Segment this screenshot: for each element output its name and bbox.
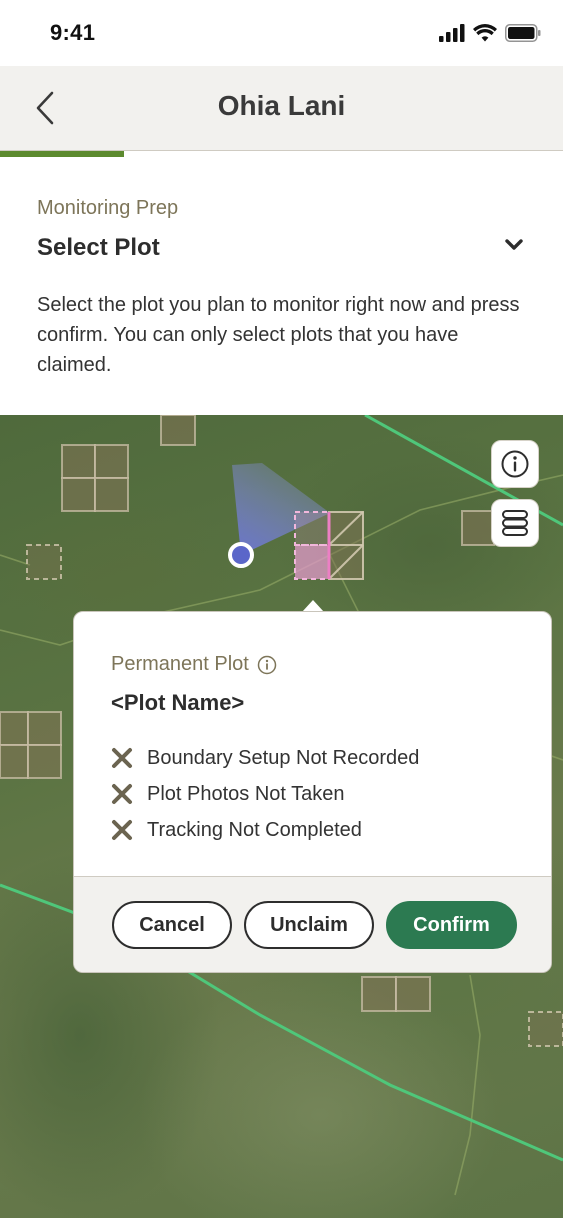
status-item-photos: Plot Photos Not Taken [111,776,419,812]
instructions-text: Select the plot you plan to monitor righ… [37,294,520,376]
map-info-button[interactable] [491,440,539,488]
plot-marker [461,510,495,546]
info-icon [501,450,529,478]
x-mark-icon [112,820,132,840]
map-layers-button[interactable] [491,499,539,547]
progress-bar [0,151,563,157]
status-text: Plot Photos Not Taken [147,782,345,805]
status-item-boundary: Boundary Setup Not Recorded [111,740,419,776]
plot-marker [61,444,129,512]
select-plot-title: Select Plot [37,234,160,261]
cancel-button[interactable]: Cancel [112,901,232,949]
plot-marker [26,544,62,580]
plot-marker [0,711,62,779]
layers-icon [502,510,528,536]
wifi-icon [473,24,497,42]
plot-status-list: Boundary Setup Not Recorded Plot Photos … [111,740,419,848]
status-text: Tracking Not Completed [147,818,362,841]
plot-popup-card: Permanent Plot <Plot Name> Boundary Setu… [73,611,552,973]
section-label: Monitoring Prep [37,197,179,219]
battery-icon [505,24,541,42]
selected-plot[interactable] [294,511,364,580]
x-mark-icon [112,748,132,768]
confirm-button[interactable]: Confirm [386,901,517,949]
status-time: 9:41 [50,20,96,45]
plot-name: <Plot Name> [111,690,245,715]
plot-marker [528,1011,563,1047]
plot-marker [361,976,431,1012]
unclaim-button[interactable]: Unclaim [244,901,374,949]
status-bar: 9:41 [0,0,563,66]
info-icon[interactable] [257,655,277,675]
plot-type-label: Permanent Plot [111,653,249,675]
popup-actions: Cancel Unclaim Confirm [74,876,551,972]
current-location-dot [228,542,254,568]
select-plot-dropdown[interactable]: Select Plot [37,232,527,268]
progress-bar-fill [0,151,124,157]
status-text: Boundary Setup Not Recorded [147,746,420,769]
cellular-signal-icon [439,24,465,42]
chevron-down-icon [505,239,523,250]
status-item-tracking: Tracking Not Completed [111,812,419,848]
page-title: Ohia Lani [217,90,346,121]
plot-marker [160,415,196,446]
app-header: Ohia Lani [0,66,563,151]
status-icons [439,24,541,42]
x-mark-icon [112,784,132,804]
